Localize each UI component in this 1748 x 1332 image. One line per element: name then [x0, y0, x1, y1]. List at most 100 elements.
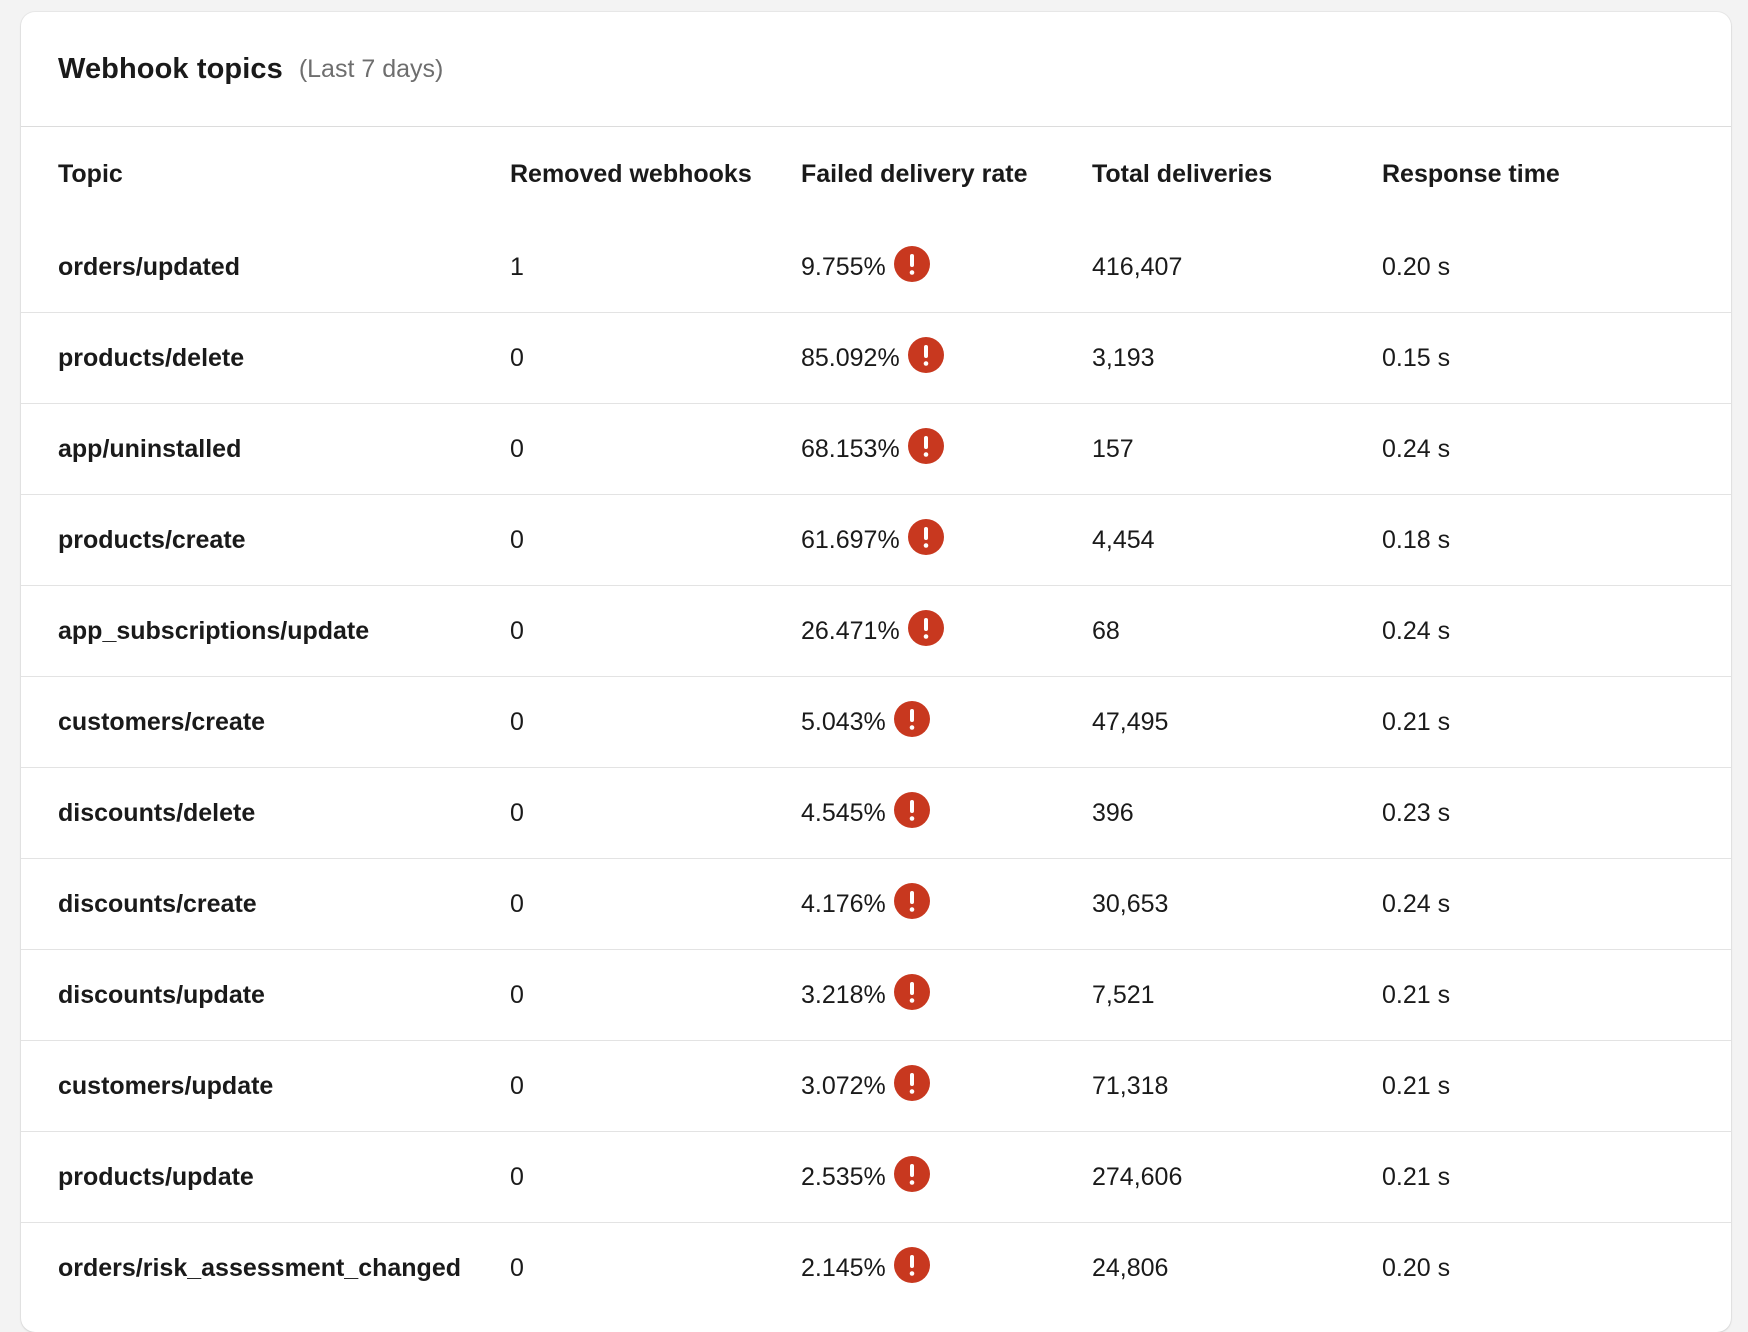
removed-webhooks-cell: 0 — [510, 494, 801, 586]
alert-circle-icon[interactable] — [893, 883, 930, 919]
failed-delivery-rate-cell: 4.545% — [801, 767, 1092, 859]
response-time-cell: 0.20 s — [1382, 1253, 1451, 1282]
alert-circle-icon[interactable] — [893, 792, 930, 828]
rate-wrap: 2.535% — [801, 1156, 930, 1192]
removed-webhooks-cell: 0 — [510, 312, 801, 404]
total-deliveries-cell: 157 — [1092, 403, 1382, 495]
failed-delivery-rate-value: 61.697% — [801, 525, 900, 554]
column-header-total-deliveries: Total deliveries — [1092, 160, 1273, 188]
topic-cell: customers/update — [21, 1040, 510, 1132]
total-deliveries-cell: 274,606 — [1092, 1131, 1382, 1223]
table-body: orders/updated 1 9.755% 416,407 0.20 s p… — [21, 222, 1731, 1313]
alert-circle-icon[interactable] — [893, 1156, 930, 1192]
alert-circle-icon[interactable] — [907, 519, 944, 555]
alert-circle-icon[interactable] — [907, 428, 944, 464]
column-header-failed-delivery-rate: Failed delivery rate — [801, 160, 1028, 188]
table-header-row: Topic Removed webhooks Failed delivery r… — [21, 127, 1731, 222]
failed-delivery-rate-cell: 2.535% — [801, 1131, 1092, 1223]
topic-cell: products/create — [21, 494, 510, 586]
failed-delivery-rate-value: 4.176% — [801, 889, 886, 918]
topic-cell: app/uninstalled — [21, 403, 510, 495]
table-row: customers/create 0 5.043% 47,495 0.21 s — [21, 676, 1731, 768]
rate-wrap: 26.471% — [801, 610, 944, 646]
webhook-topics-table: Topic Removed webhooks Failed delivery r… — [21, 127, 1731, 1313]
removed-webhooks-cell: 0 — [510, 403, 801, 495]
table-row: orders/updated 1 9.755% 416,407 0.20 s — [21, 222, 1731, 313]
failed-delivery-rate-value: 5.043% — [801, 707, 886, 736]
total-deliveries-cell: 416,407 — [1092, 222, 1382, 313]
table-row: discounts/delete 0 4.545% 396 0.23 s — [21, 767, 1731, 859]
topic-cell: orders/risk_assessment_changed — [58, 1253, 461, 1282]
failed-delivery-rate-cell: 61.697% — [801, 494, 1092, 586]
topic-cell: discounts/delete — [21, 767, 510, 859]
alert-circle-icon[interactable] — [893, 1247, 930, 1283]
topic-cell: products/delete — [21, 312, 510, 404]
table-row: products/create 0 61.697% 4,454 0.18 s — [21, 494, 1731, 586]
failed-delivery-rate-cell: 5.043% — [801, 676, 1092, 768]
rate-wrap: 4.176% — [801, 883, 930, 919]
rate-wrap: 85.092% — [801, 337, 944, 373]
alert-circle-icon[interactable] — [893, 1065, 930, 1101]
topic-cell: discounts/create — [21, 858, 510, 950]
rate-wrap: 3.072% — [801, 1065, 930, 1101]
removed-webhooks-cell: 0 — [510, 585, 801, 677]
topic-cell: discounts/update — [21, 949, 510, 1041]
table-row: discounts/update 0 3.218% 7,521 0.21 s — [21, 949, 1731, 1041]
total-deliveries-cell: 30,653 — [1092, 858, 1382, 950]
alert-circle-icon[interactable] — [893, 974, 930, 1010]
total-deliveries-cell: 68 — [1092, 585, 1382, 677]
total-deliveries-cell: 71,318 — [1092, 1040, 1382, 1132]
response-time-cell: 0.24 s — [1382, 403, 1731, 495]
failed-delivery-rate-cell: 3.218% — [801, 949, 1092, 1041]
table-row: app_subscriptions/update 0 26.471% 68 0.… — [21, 585, 1731, 677]
total-deliveries-cell: 24,806 — [1092, 1253, 1169, 1282]
rate-wrap: 5.043% — [801, 701, 930, 737]
alert-circle-icon[interactable] — [893, 701, 930, 737]
rate-wrap: 68.153% — [801, 428, 944, 464]
table-row: app/uninstalled 0 68.153% 157 0.24 s — [21, 403, 1731, 495]
removed-webhooks-cell: 0 — [510, 1131, 801, 1223]
removed-webhooks-cell: 0 — [510, 676, 801, 768]
rate-wrap: 2.145% — [801, 1247, 930, 1283]
removed-webhooks-cell: 0 — [510, 767, 801, 859]
failed-delivery-rate-value: 3.218% — [801, 980, 886, 1009]
failed-delivery-rate-cell: 3.072% — [801, 1040, 1092, 1132]
response-time-cell: 0.23 s — [1382, 767, 1731, 859]
failed-delivery-rate-cell: 26.471% — [801, 585, 1092, 677]
webhook-topics-card: Webhook topics (Last 7 days) Topic Remov… — [21, 12, 1731, 1332]
response-time-cell: 0.20 s — [1382, 222, 1731, 313]
removed-webhooks-cell: 1 — [510, 222, 801, 313]
failed-delivery-rate-cell: 9.755% — [801, 222, 1092, 313]
response-time-cell: 0.24 s — [1382, 858, 1731, 950]
response-time-cell: 0.15 s — [1382, 312, 1731, 404]
topic-cell: orders/updated — [21, 222, 510, 313]
response-time-cell: 0.21 s — [1382, 1040, 1731, 1132]
removed-webhooks-cell: 0 — [510, 949, 801, 1041]
removed-webhooks-cell: 0 — [510, 1253, 524, 1282]
failed-delivery-rate-cell: 85.092% — [801, 312, 1092, 404]
response-time-cell: 0.21 s — [1382, 1131, 1731, 1223]
alert-circle-icon[interactable] — [907, 337, 944, 373]
total-deliveries-cell: 7,521 — [1092, 949, 1382, 1041]
alert-circle-icon[interactable] — [893, 246, 930, 282]
failed-delivery-rate-value: 68.153% — [801, 434, 900, 463]
alert-circle-icon[interactable] — [907, 610, 944, 646]
removed-webhooks-cell: 0 — [510, 1040, 801, 1132]
failed-delivery-rate-value: 26.471% — [801, 616, 900, 645]
table-row: products/delete 0 85.092% 3,193 0.15 s — [21, 312, 1731, 404]
failed-delivery-rate-cell: 2.145% — [801, 1223, 1092, 1314]
failed-delivery-rate-value: 2.535% — [801, 1162, 886, 1191]
failed-delivery-rate-value: 9.755% — [801, 252, 886, 281]
total-deliveries-cell: 4,454 — [1092, 494, 1382, 586]
rate-wrap: 61.697% — [801, 519, 944, 555]
table-row: discounts/create 0 4.176% 30,653 0.24 s — [21, 858, 1731, 950]
response-time-cell: 0.21 s — [1382, 676, 1731, 768]
response-time-cell: 0.21 s — [1382, 949, 1731, 1041]
failed-delivery-rate-value: 2.145% — [801, 1253, 886, 1282]
failed-delivery-rate-cell: 4.176% — [801, 858, 1092, 950]
column-header-response-time: Response time — [1382, 160, 1560, 188]
failed-delivery-rate-cell: 68.153% — [801, 403, 1092, 495]
rate-wrap: 4.545% — [801, 792, 930, 828]
removed-webhooks-cell: 0 — [510, 858, 801, 950]
failed-delivery-rate-value: 3.072% — [801, 1071, 886, 1100]
